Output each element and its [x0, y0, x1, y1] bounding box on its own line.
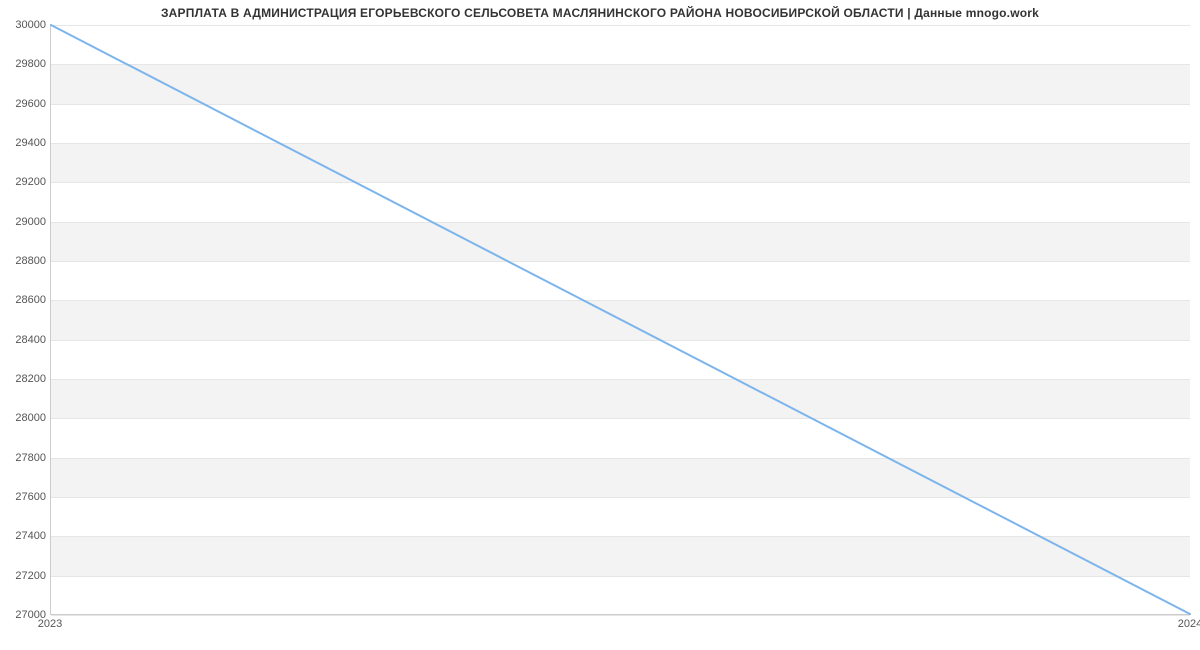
line-series-svg: [51, 25, 1190, 614]
y-tick-label: 29800: [15, 58, 46, 70]
y-tick-label: 28200: [15, 373, 46, 385]
y-tick-label: 27600: [15, 491, 46, 503]
chart-title: ЗАРПЛАТА В АДМИНИСТРАЦИЯ ЕГОРЬЕВСКОГО СЕ…: [0, 6, 1200, 20]
x-tick-label: 2023: [38, 618, 62, 630]
y-tick-label: 28800: [15, 255, 46, 267]
y-tick-label: 27800: [15, 452, 46, 464]
x-tick-label: 2024: [1178, 618, 1200, 630]
y-tick-label: 29200: [15, 176, 46, 188]
y-tick-label: 29600: [15, 98, 46, 110]
y-tick-label: 28000: [15, 412, 46, 424]
line-series-path: [51, 25, 1190, 614]
y-gridline: [51, 615, 1190, 616]
y-tick-label: 30000: [15, 19, 46, 31]
y-tick-label: 27200: [15, 570, 46, 582]
plot-area: [50, 25, 1190, 615]
y-tick-label: 29000: [15, 216, 46, 228]
y-tick-label: 29400: [15, 137, 46, 149]
y-tick-label: 27400: [15, 530, 46, 542]
y-tick-label: 28400: [15, 334, 46, 346]
chart-container: ЗАРПЛАТА В АДМИНИСТРАЦИЯ ЕГОРЬЕВСКОГО СЕ…: [0, 0, 1200, 650]
y-tick-label: 28600: [15, 294, 46, 306]
